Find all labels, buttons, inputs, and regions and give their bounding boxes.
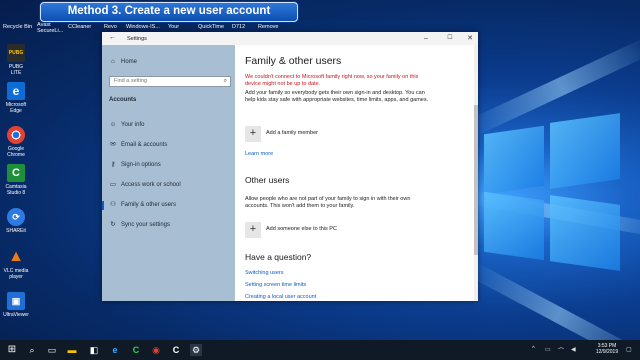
chrome-icon[interactable]: ◉ [150, 344, 162, 356]
sidebar-item-sign-in-options[interactable]: Sign-in options [121, 162, 161, 168]
other-users-description: Allow people who are not part of your fa… [245, 196, 411, 209]
desktop-label[interactable]: CCleaner [68, 24, 91, 30]
windows-logo-pane [550, 195, 620, 271]
warning-message: We couldn't connect to Microsoft family … [245, 74, 419, 87]
minimize-button[interactable]: – [421, 34, 431, 43]
taskbar-clock[interactable]: 3:53 PM 12/9/2019 [592, 343, 622, 355]
tray-network-icon[interactable]: ⌒ [558, 346, 564, 355]
camtasia-icon: C [7, 164, 25, 182]
other-users-heading: Other users [245, 175, 290, 185]
windows-logo-pane [484, 191, 544, 261]
desktop-icon-edge[interactable]: e Microsoft Edge [3, 82, 29, 114]
edge-icon: e [7, 82, 25, 100]
tray-battery-icon[interactable]: ▭ [545, 346, 551, 353]
sidebar-item-sync-settings[interactable]: Sync your settings [121, 222, 170, 228]
learn-more-link[interactable]: Learn more [245, 151, 273, 157]
window-title: Settings [127, 36, 147, 42]
sidebar-item-family-other-users[interactable]: Family & other users [121, 202, 176, 208]
notification-icon[interactable]: ▢ [626, 346, 632, 353]
desktop-icon-shareit[interactable]: ⟳ SHAREit [3, 208, 29, 234]
light-beam [466, 260, 640, 340]
section-heading-accounts: Accounts [109, 97, 137, 103]
desktop-label[interactable]: Your [168, 24, 179, 30]
desktop-label[interactable]: Remove [258, 24, 278, 30]
edge-icon[interactable]: e [109, 344, 121, 356]
taskbar: ⊞ ⌕ ▭ ▬ ◧ e C ◉ C ⚙ ^ ▭ ⌒ ◀ 3:53 PM 12/9… [0, 340, 640, 360]
desktop-icon-camtasia[interactable]: C Camtasia Studio 8 [3, 164, 29, 196]
family-description: Add your family so everybody gets their … [245, 90, 429, 103]
file-explorer-icon[interactable]: ▬ [66, 344, 78, 356]
desktop-icon-ultraviewer[interactable]: ▣ UltraViewer [3, 292, 29, 318]
desktop-label[interactable]: QuickTime [198, 24, 224, 30]
page-title: Family & other users [245, 55, 342, 67]
close-button[interactable]: ✕ [465, 34, 475, 43]
add-family-member-button[interactable]: + Add a family member [245, 126, 365, 142]
plus-icon: + [245, 126, 261, 142]
desktop-icon-pubg[interactable]: PUBG PUBG LITE [3, 44, 29, 76]
pubg-icon: PUBG [7, 44, 25, 62]
desktop-label[interactable]: D712 [232, 24, 245, 30]
sidebar-item-home[interactable]: Home [121, 59, 137, 65]
desktop-label[interactable]: Windows-IS... [126, 24, 160, 30]
mail-icon: ✉ [110, 141, 116, 148]
ultraviewer-icon: ▣ [7, 292, 25, 310]
home-icon: ⌂ [111, 58, 115, 65]
help-link[interactable]: Setting screen time limits [245, 282, 306, 288]
maximize-button[interactable]: ☐ [445, 34, 455, 43]
desktop-label[interactable]: Revo [104, 24, 117, 30]
settings-gear-icon[interactable]: ⚙ [190, 344, 202, 356]
question-heading: Have a question? [245, 252, 312, 262]
settings-content: Family & other users We couldn't connect… [235, 45, 478, 301]
people-icon: ⚇ [110, 201, 116, 208]
windows-logo-pane [550, 113, 620, 189]
plus-icon: + [245, 222, 261, 238]
tutorial-banner: Method 3. Create a new user account [40, 2, 298, 22]
sidebar-item-email-accounts[interactable]: Email & accounts [121, 142, 167, 148]
scrollbar[interactable] [474, 45, 478, 301]
tray-volume-icon[interactable]: ◀ [571, 346, 576, 353]
task-view-icon[interactable]: ▭ [46, 344, 58, 356]
store-icon[interactable]: ◧ [88, 344, 100, 356]
search-icon[interactable]: ⌕ [224, 77, 227, 86]
add-someone-else-button[interactable]: + Add someone else to this PC [245, 222, 385, 238]
desktop-label[interactable]: Avast SecureLi... [37, 22, 63, 34]
help-link[interactable]: Creating a local user account [245, 294, 316, 300]
person-icon: ☺ [109, 121, 117, 128]
settings-sidebar: ⌂ Home Find a setting ⌕ Accounts ☺ Your … [102, 32, 235, 301]
settings-window: ⌂ Home Find a setting ⌕ Accounts ☺ Your … [102, 32, 478, 301]
vlc-icon: ▲ [8, 248, 24, 265]
tray-up-arrow-icon[interactable]: ^ [532, 346, 535, 352]
active-indicator [102, 201, 104, 210]
desktop-icon-chrome[interactable]: Google Chrome [3, 126, 29, 158]
sidebar-item-your-info[interactable]: Your info [121, 122, 144, 128]
camtasia-recorder-icon[interactable]: C [170, 344, 182, 356]
chrome-icon [7, 126, 25, 144]
shareit-icon: ⟳ [7, 208, 25, 226]
window-titlebar[interactable]: ← Settings – ☐ ✕ [102, 32, 478, 45]
search-icon[interactable]: ⌕ [26, 344, 38, 356]
sync-icon: ↻ [110, 221, 116, 228]
back-button[interactable]: ← [109, 34, 116, 41]
sidebar-item-access-work[interactable]: Access work or school [121, 182, 181, 188]
desktop-icon-vlc[interactable]: ▲ VLC media player [3, 248, 29, 281]
key-icon: ⚷ [110, 161, 116, 168]
camtasia-icon[interactable]: C [130, 344, 142, 356]
briefcase-icon: ▭ [109, 181, 117, 188]
windows-logo-pane [484, 125, 544, 195]
help-link[interactable]: Switching users [245, 270, 284, 276]
desktop-label[interactable]: Recycle Bin [3, 24, 32, 30]
search-input[interactable]: Find a setting ⌕ [109, 76, 231, 87]
scrollbar-thumb[interactable] [474, 105, 478, 255]
start-button[interactable]: ⊞ [6, 344, 18, 356]
